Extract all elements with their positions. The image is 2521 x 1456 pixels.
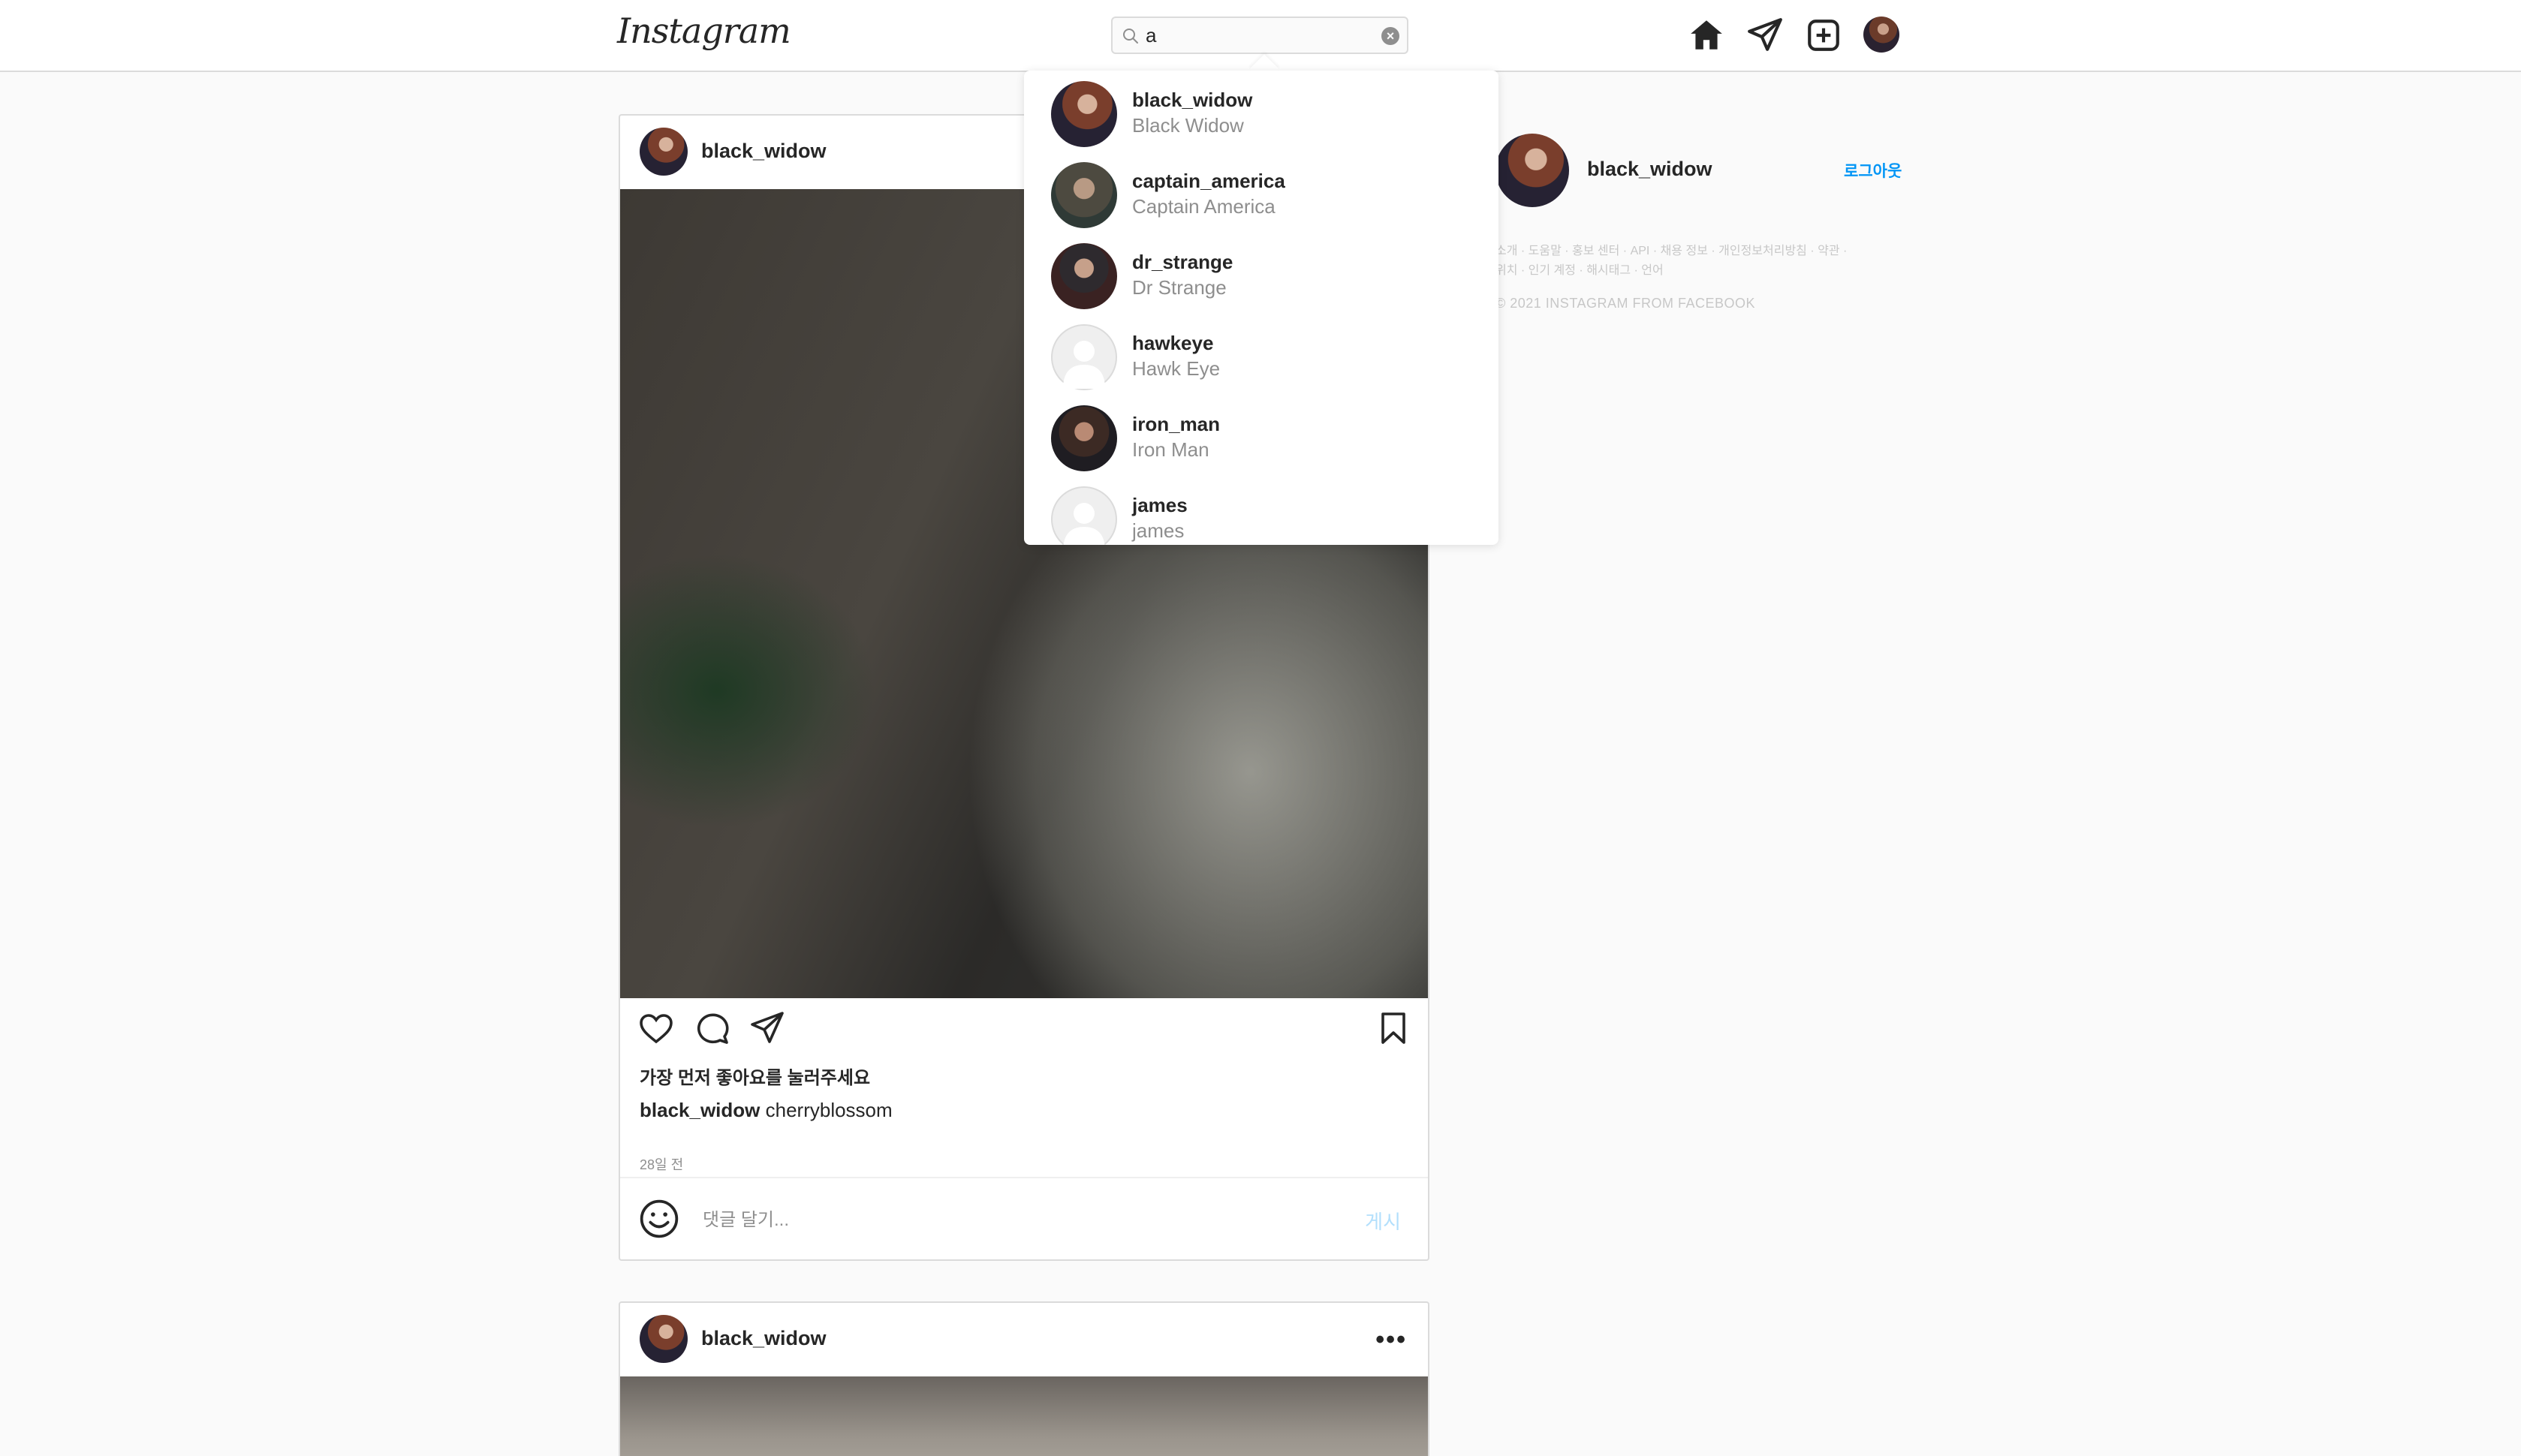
search-result-item[interactable]: james james bbox=[1024, 476, 1498, 545]
footer-links: 소개 · 도움말 · 홍보 센터 · API · 채용 정보 · 개인정보처리방… bbox=[1495, 242, 1901, 281]
caption-text: cherryblossom bbox=[765, 1099, 893, 1121]
post-photo[interactable] bbox=[620, 1376, 1428, 1456]
more-options-icon[interactable]: ••• bbox=[1375, 1325, 1407, 1355]
footer-links-line-1[interactable]: 소개 · 도움말 · 홍보 센터 · API · 채용 정보 · 개인정보처리방… bbox=[1495, 242, 1901, 261]
post-author-username[interactable]: black_widow bbox=[701, 140, 827, 163]
result-avatar bbox=[1051, 243, 1117, 309]
caption-username[interactable]: black_widow bbox=[640, 1099, 760, 1121]
heart-icon[interactable] bbox=[638, 1010, 674, 1046]
result-avatar bbox=[1051, 162, 1117, 228]
result-username: captain_america bbox=[1132, 170, 1285, 192]
post-author-avatar[interactable] bbox=[640, 128, 688, 176]
search-result-item[interactable]: iron_man Iron Man bbox=[1024, 395, 1498, 476]
default-avatar-icon bbox=[1051, 486, 1117, 545]
post-author-username[interactable]: black_widow bbox=[701, 1327, 827, 1350]
post-caption: black_widow cherryblossom bbox=[640, 1099, 893, 1122]
new-post-icon[interactable] bbox=[1805, 17, 1842, 54]
search-result-item[interactable]: black_widow Black Widow bbox=[1024, 71, 1498, 152]
search-result-item[interactable]: captain_america Captain America bbox=[1024, 152, 1498, 233]
search-results-dropdown: black_widow Black Widow captain_america … bbox=[1024, 71, 1498, 545]
result-full-name: Hawk Eye bbox=[1132, 357, 1221, 380]
default-avatar-icon bbox=[1051, 324, 1117, 390]
result-full-name: Captain America bbox=[1132, 195, 1276, 218]
search-result-item[interactable]: dr_strange Dr Strange bbox=[1024, 233, 1498, 314]
result-full-name: Iron Man bbox=[1132, 438, 1209, 461]
result-username: hawkeye bbox=[1132, 332, 1214, 354]
result-full-name: Black Widow bbox=[1132, 114, 1244, 137]
search-input[interactable] bbox=[1146, 24, 1371, 47]
footer-links-line-2[interactable]: 위치 · 인기 계정 · 해시태그 · 언어 bbox=[1495, 261, 1901, 281]
result-username: iron_man bbox=[1132, 413, 1221, 435]
direct-message-icon[interactable] bbox=[1746, 17, 1784, 54]
share-icon[interactable] bbox=[749, 1010, 785, 1046]
home-icon[interactable] bbox=[1688, 17, 1725, 54]
post-comment-button[interactable]: 게시 bbox=[1365, 1207, 1401, 1235]
post-header: black_widow ••• bbox=[620, 1303, 1428, 1376]
search-result-item[interactable]: hawkeye Hawk Eye bbox=[1024, 314, 1498, 395]
sidebar-avatar[interactable] bbox=[1495, 134, 1569, 207]
result-full-name: Dr Strange bbox=[1132, 276, 1227, 299]
search-icon bbox=[1123, 29, 1138, 44]
search-box[interactable]: × bbox=[1111, 17, 1408, 54]
comment-icon[interactable] bbox=[694, 1010, 730, 1046]
bookmark-icon[interactable] bbox=[1375, 1010, 1411, 1046]
emoji-icon[interactable] bbox=[638, 1198, 680, 1240]
post-actions bbox=[620, 998, 1428, 1058]
comment-input[interactable] bbox=[703, 1205, 1318, 1235]
comment-bar: 게시 bbox=[620, 1177, 1428, 1259]
feed-post: black_widow ••• bbox=[619, 1301, 1429, 1456]
likes-text[interactable]: 가장 먼저 좋아요를 눌러주세요 bbox=[640, 1063, 870, 1089]
post-author-avatar[interactable] bbox=[640, 1315, 688, 1363]
instagram-logo[interactable]: Instagram bbox=[617, 11, 791, 51]
clear-search-icon[interactable]: × bbox=[1381, 27, 1399, 45]
result-avatar bbox=[1051, 405, 1117, 471]
sidebar-username[interactable]: black_widow bbox=[1587, 158, 1712, 181]
result-username: dr_strange bbox=[1132, 251, 1233, 273]
post-timestamp[interactable]: 28일 전 bbox=[640, 1154, 683, 1174]
copyright: © 2021 INSTAGRAM FROM FACEBOOK bbox=[1495, 296, 1755, 311]
result-full-name: james bbox=[1132, 519, 1185, 542]
result-username: black_widow bbox=[1132, 89, 1253, 111]
result-username: james bbox=[1132, 494, 1188, 516]
logout-link[interactable]: 로그아웃 bbox=[1844, 159, 1902, 182]
result-avatar bbox=[1051, 81, 1117, 147]
profile-avatar[interactable] bbox=[1863, 17, 1899, 53]
